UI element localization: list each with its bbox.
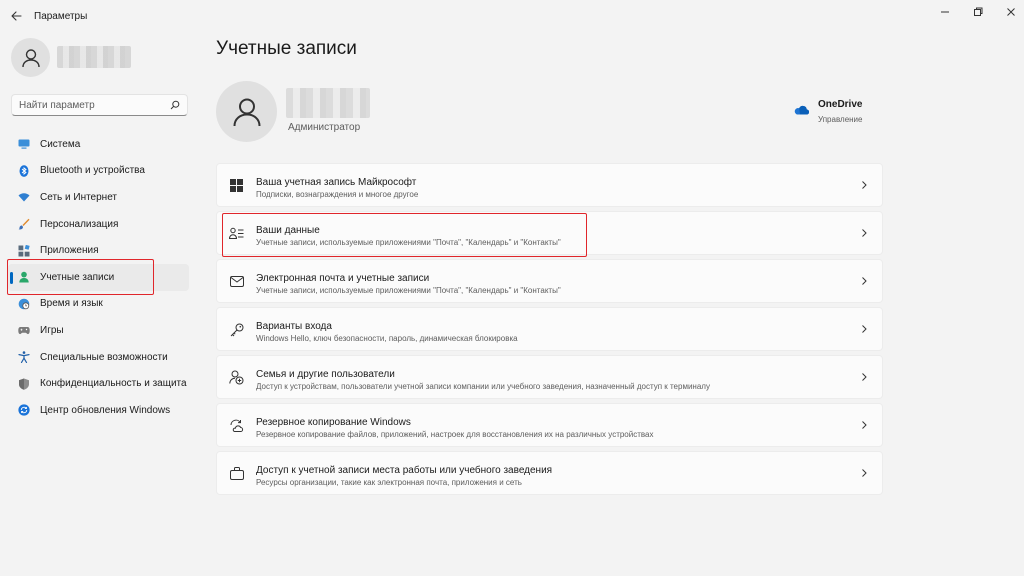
settings-list: Ваша учетная запись Майкрософт Подписки,… xyxy=(216,163,883,499)
sidebar-item-label: Учетные записи xyxy=(40,271,115,283)
card-title: Электронная почта и учетные записи xyxy=(256,273,430,284)
bluetooth-icon xyxy=(18,165,30,177)
sidebar-item-time-language[interactable]: Время и язык xyxy=(8,291,189,318)
search-icon[interactable] xyxy=(170,100,180,110)
mail-icon xyxy=(229,274,244,289)
card-subtitle: Резервное копирование файлов, приложений… xyxy=(256,430,654,439)
chevron-right-icon xyxy=(862,325,867,333)
person-icon xyxy=(21,48,40,67)
profile-role: Администратор xyxy=(288,122,361,133)
onedrive-title: OneDrive xyxy=(818,99,863,110)
search-input[interactable] xyxy=(19,99,170,111)
sidebar-item-label: Сеть и Интернет xyxy=(40,191,118,203)
card-subtitle: Доступ к устройствам, пользователи учетн… xyxy=(256,382,710,391)
minimize-button[interactable] xyxy=(933,4,957,20)
briefcase-icon xyxy=(229,466,244,481)
chevron-right-icon xyxy=(862,277,867,285)
chevron-right-icon xyxy=(862,373,867,381)
sidebar-item-accessibility[interactable]: Специальные возможности xyxy=(8,344,189,371)
sidebar-item-apps[interactable]: Приложения xyxy=(8,237,189,264)
user-avatar[interactable] xyxy=(11,38,50,77)
person-icon xyxy=(18,271,30,283)
sidebar-item-label: Центр обновления Windows xyxy=(40,404,171,416)
chevron-right-icon xyxy=(862,469,867,477)
card-title: Варианты входа xyxy=(256,321,332,332)
sidebar-nav: Система Bluetooth и устройства Сеть и Ин… xyxy=(8,131,189,424)
card-windows-backup[interactable]: Резервное копирование Windows Резервное … xyxy=(216,403,883,447)
arrow-left-icon xyxy=(11,11,22,21)
sidebar-item-label: Система xyxy=(40,138,81,150)
card-family-users[interactable]: Семья и другие пользователи Доступ к уст… xyxy=(216,355,883,399)
card-title: Ваша учетная запись Майкрософт xyxy=(256,177,417,188)
profile-name-redacted xyxy=(286,88,370,118)
card-subtitle: Подписки, вознаграждения и многое другое xyxy=(256,190,419,199)
onedrive-subtitle: Управление xyxy=(818,115,863,124)
sidebar-item-label: Специальные возможности xyxy=(40,351,168,363)
sidebar-item-label: Приложения xyxy=(40,245,99,257)
user-name-redacted xyxy=(57,46,131,68)
person-icon xyxy=(233,98,260,126)
card-your-info[interactable]: Ваши данные Учетные записи, используемые… xyxy=(216,211,883,255)
person-list-icon xyxy=(229,226,244,241)
close-icon xyxy=(1007,8,1015,16)
wifi-icon xyxy=(18,191,30,203)
card-email-accounts[interactable]: Электронная почта и учетные записи Учетн… xyxy=(216,259,883,303)
restore-icon xyxy=(974,7,983,16)
family-icon xyxy=(229,370,244,385)
sidebar-item-bluetooth[interactable]: Bluetooth и устройства xyxy=(8,158,189,185)
card-work-school-access[interactable]: Доступ к учетной записи места работы или… xyxy=(216,451,883,495)
globe-clock-icon xyxy=(18,298,30,310)
sidebar-item-label: Игры xyxy=(40,324,64,336)
close-button[interactable] xyxy=(999,4,1023,20)
sidebar-item-label: Bluetooth и устройства xyxy=(40,165,145,177)
title-bar: Параметры xyxy=(0,0,1024,32)
card-title: Семья и другие пользователи xyxy=(256,369,395,380)
card-subtitle: Учетные записи, используемые приложениям… xyxy=(256,238,561,247)
maximize-button[interactable] xyxy=(966,4,990,20)
sidebar-item-privacy[interactable]: Конфиденциальность и защита xyxy=(8,370,189,397)
key-icon xyxy=(229,322,244,337)
card-title: Резервное копирование Windows xyxy=(256,417,411,428)
card-sign-in-options[interactable]: Варианты входа Windows Hello, ключ безоп… xyxy=(216,307,883,351)
card-subtitle: Ресурсы организации, такие как электронн… xyxy=(256,478,522,487)
sidebar-item-system[interactable]: Система xyxy=(8,131,189,158)
card-subtitle: Windows Hello, ключ безопасности, пароль… xyxy=(256,334,518,343)
window-title: Параметры xyxy=(34,11,88,22)
shield-icon xyxy=(18,378,30,390)
card-title: Ваши данные xyxy=(256,225,320,236)
page-title: Учетные записи xyxy=(216,38,357,59)
accessibility-icon xyxy=(18,351,30,364)
monitor-icon xyxy=(18,138,30,150)
microsoft-logo-icon xyxy=(229,178,244,193)
back-button[interactable] xyxy=(8,8,26,24)
update-icon xyxy=(18,404,30,416)
brush-icon xyxy=(18,218,30,230)
card-subtitle: Учетные записи, используемые приложениям… xyxy=(256,286,561,295)
sidebar-item-label: Время и язык xyxy=(40,298,103,310)
sidebar-item-label: Персонализация xyxy=(40,218,119,230)
apps-icon xyxy=(18,244,30,257)
profile-avatar[interactable] xyxy=(216,81,277,142)
sidebar-item-label: Конфиденциальность и защита xyxy=(40,378,187,390)
gamepad-icon xyxy=(18,324,30,336)
chevron-right-icon xyxy=(862,181,867,189)
minimize-icon xyxy=(941,11,949,13)
sidebar-item-windows-update[interactable]: Центр обновления Windows xyxy=(8,397,189,424)
card-microsoft-account[interactable]: Ваша учетная запись Майкрософт Подписки,… xyxy=(216,163,883,207)
sidebar-item-personalization[interactable]: Персонализация xyxy=(8,211,189,238)
onedrive-cloud-icon xyxy=(794,105,809,115)
sidebar-item-accounts[interactable]: Учетные записи xyxy=(8,263,189,291)
sidebar-item-network[interactable]: Сеть и Интернет xyxy=(8,184,189,211)
card-title: Доступ к учетной записи места работы или… xyxy=(256,465,553,476)
chevron-right-icon xyxy=(862,229,867,237)
backup-icon xyxy=(229,418,244,433)
sidebar-item-gaming[interactable]: Игры xyxy=(8,317,189,344)
chevron-right-icon xyxy=(862,421,867,429)
search-box[interactable] xyxy=(11,94,188,116)
